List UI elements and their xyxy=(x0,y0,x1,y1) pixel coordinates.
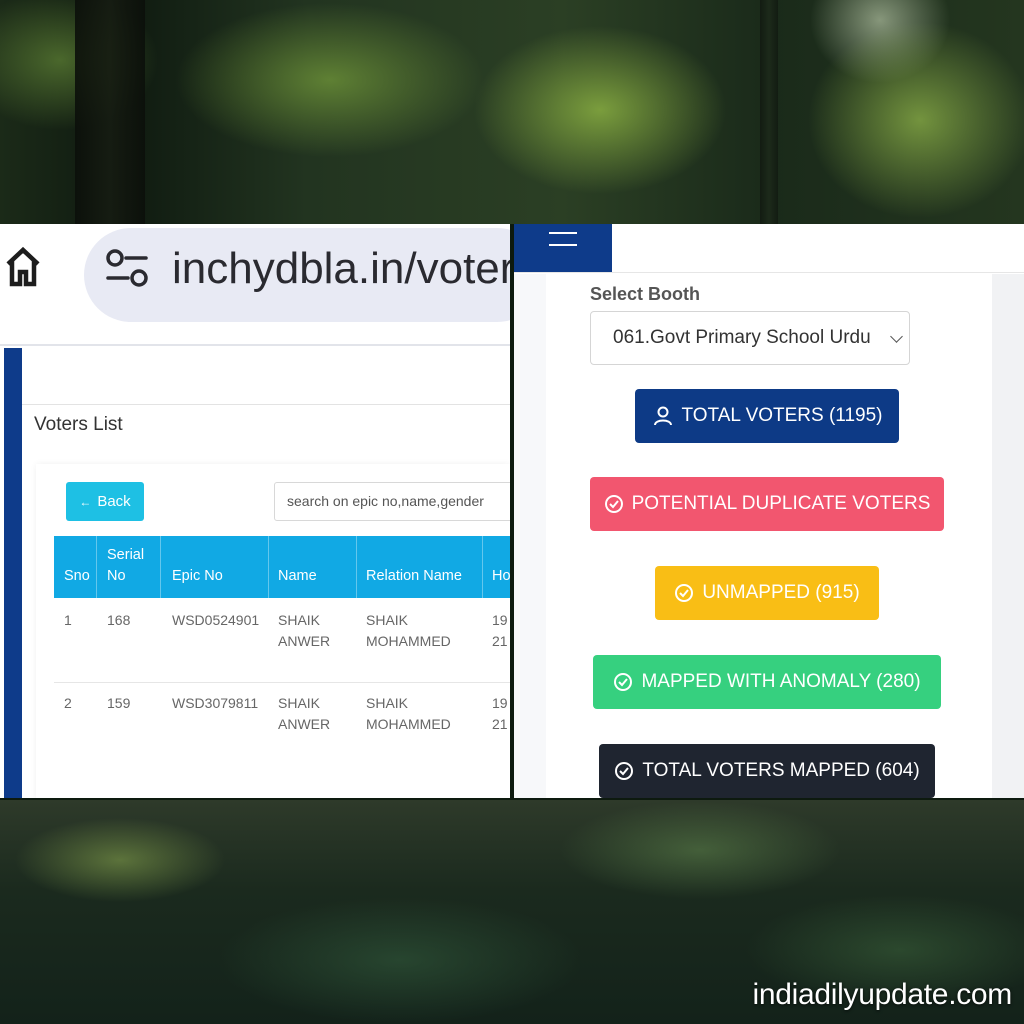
total-voters-button[interactable]: TOTAL VOTERS (1195) xyxy=(635,389,899,443)
back-button[interactable]: ← Back xyxy=(66,482,144,521)
cell-ho: 19 xyxy=(492,612,508,628)
page-title: Voters List xyxy=(34,414,123,435)
check-circle-icon xyxy=(614,673,633,691)
cell-ho: 19 xyxy=(492,695,508,711)
browser-url-bar: inchydbla.in/voter xyxy=(0,224,510,344)
column-header[interactable]: Relation Name xyxy=(366,566,462,587)
gutter xyxy=(514,274,546,798)
column-divider xyxy=(356,536,357,598)
booth-summary-screenshot: Select Booth 061.Govt Primary School Urd… xyxy=(514,224,1024,798)
column-divider xyxy=(268,536,269,598)
select-booth-label: Select Booth xyxy=(590,284,701,304)
cell-sno: 1 xyxy=(64,612,72,628)
booth-select[interactable]: 061.Govt Primary School Urdu xyxy=(590,311,910,365)
menu-button[interactable] xyxy=(514,224,612,272)
column-header[interactable]: Sno xyxy=(64,566,90,587)
column-header[interactable]: Serial No xyxy=(107,545,157,587)
check-circle-icon xyxy=(604,495,623,513)
tree-trunk xyxy=(75,0,145,224)
back-button-label: Back xyxy=(97,493,131,510)
potential-duplicates-button[interactable]: POTENTIAL DUPLICATE VOTERS xyxy=(590,477,944,531)
cell-ho: 21 xyxy=(492,633,508,649)
check-circle-icon xyxy=(615,762,634,780)
cell-relation: MOHAMMED xyxy=(366,633,451,649)
user-icon xyxy=(653,406,672,426)
url-text: inchydbla.in/voter xyxy=(172,244,510,293)
total-voters-label: TOTAL VOTERS (1195) xyxy=(681,405,883,426)
unmapped-button[interactable]: UNMAPPED (915) xyxy=(655,566,879,620)
total-mapped-label: TOTAL VOTERS MAPPED (604) xyxy=(642,760,920,781)
divider xyxy=(22,404,510,405)
column-header[interactable]: Epic No xyxy=(172,566,223,587)
cell-sno: 2 xyxy=(64,695,72,711)
column-header[interactable]: Ho xyxy=(492,566,510,587)
home-icon[interactable] xyxy=(4,240,42,292)
cell-name: SHAIK xyxy=(278,695,321,711)
column-divider xyxy=(482,536,483,598)
watermark: indiadilyupdate.com xyxy=(752,978,1013,1011)
tree-trunk xyxy=(760,0,778,224)
cell-epic: WSD0524901 xyxy=(172,612,260,628)
unmapped-label: UNMAPPED (915) xyxy=(702,582,860,603)
sidebar-strip xyxy=(4,348,22,798)
table-header: Sno Serial No Epic No Name Relation Name… xyxy=(54,536,510,598)
column-divider xyxy=(96,536,97,598)
cell-ho: 21 xyxy=(492,716,508,732)
column-header[interactable]: Name xyxy=(278,566,317,587)
hamburger-icon xyxy=(549,232,577,246)
column-divider xyxy=(160,536,161,598)
check-circle-icon xyxy=(675,584,694,602)
scrollbar[interactable] xyxy=(992,274,1024,798)
mapped-anomaly-button[interactable]: MAPPED WITH ANOMALY (280) xyxy=(593,655,941,709)
total-mapped-button[interactable]: TOTAL VOTERS MAPPED (604) xyxy=(599,744,935,798)
cell-serial: 168 xyxy=(107,612,131,628)
cell-name: ANWER xyxy=(278,716,331,732)
search-input[interactable]: search on epic no,name,gender xyxy=(274,482,510,521)
row-divider xyxy=(54,682,510,683)
arrow-left-icon: ← xyxy=(79,494,92,509)
divider xyxy=(514,272,1024,273)
tune-icon[interactable] xyxy=(104,248,150,288)
mapped-anomaly-label: MAPPED WITH ANOMALY (280) xyxy=(641,671,921,692)
potential-duplicates-label: POTENTIAL DUPLICATE VOTERS xyxy=(631,493,931,514)
cell-name: SHAIK xyxy=(278,612,321,628)
cell-relation: SHAIK xyxy=(366,612,409,628)
cell-relation: SHAIK xyxy=(366,695,409,711)
cell-serial: 159 xyxy=(107,695,131,711)
cell-relation: MOHAMMED xyxy=(366,716,451,732)
cell-epic: WSD3079811 xyxy=(172,695,259,711)
cell-name: ANWER xyxy=(278,633,331,649)
background-foliage-top xyxy=(0,0,1024,224)
voters-list-screenshot: inchydbla.in/voter Voters List ← Back se… xyxy=(0,224,510,798)
